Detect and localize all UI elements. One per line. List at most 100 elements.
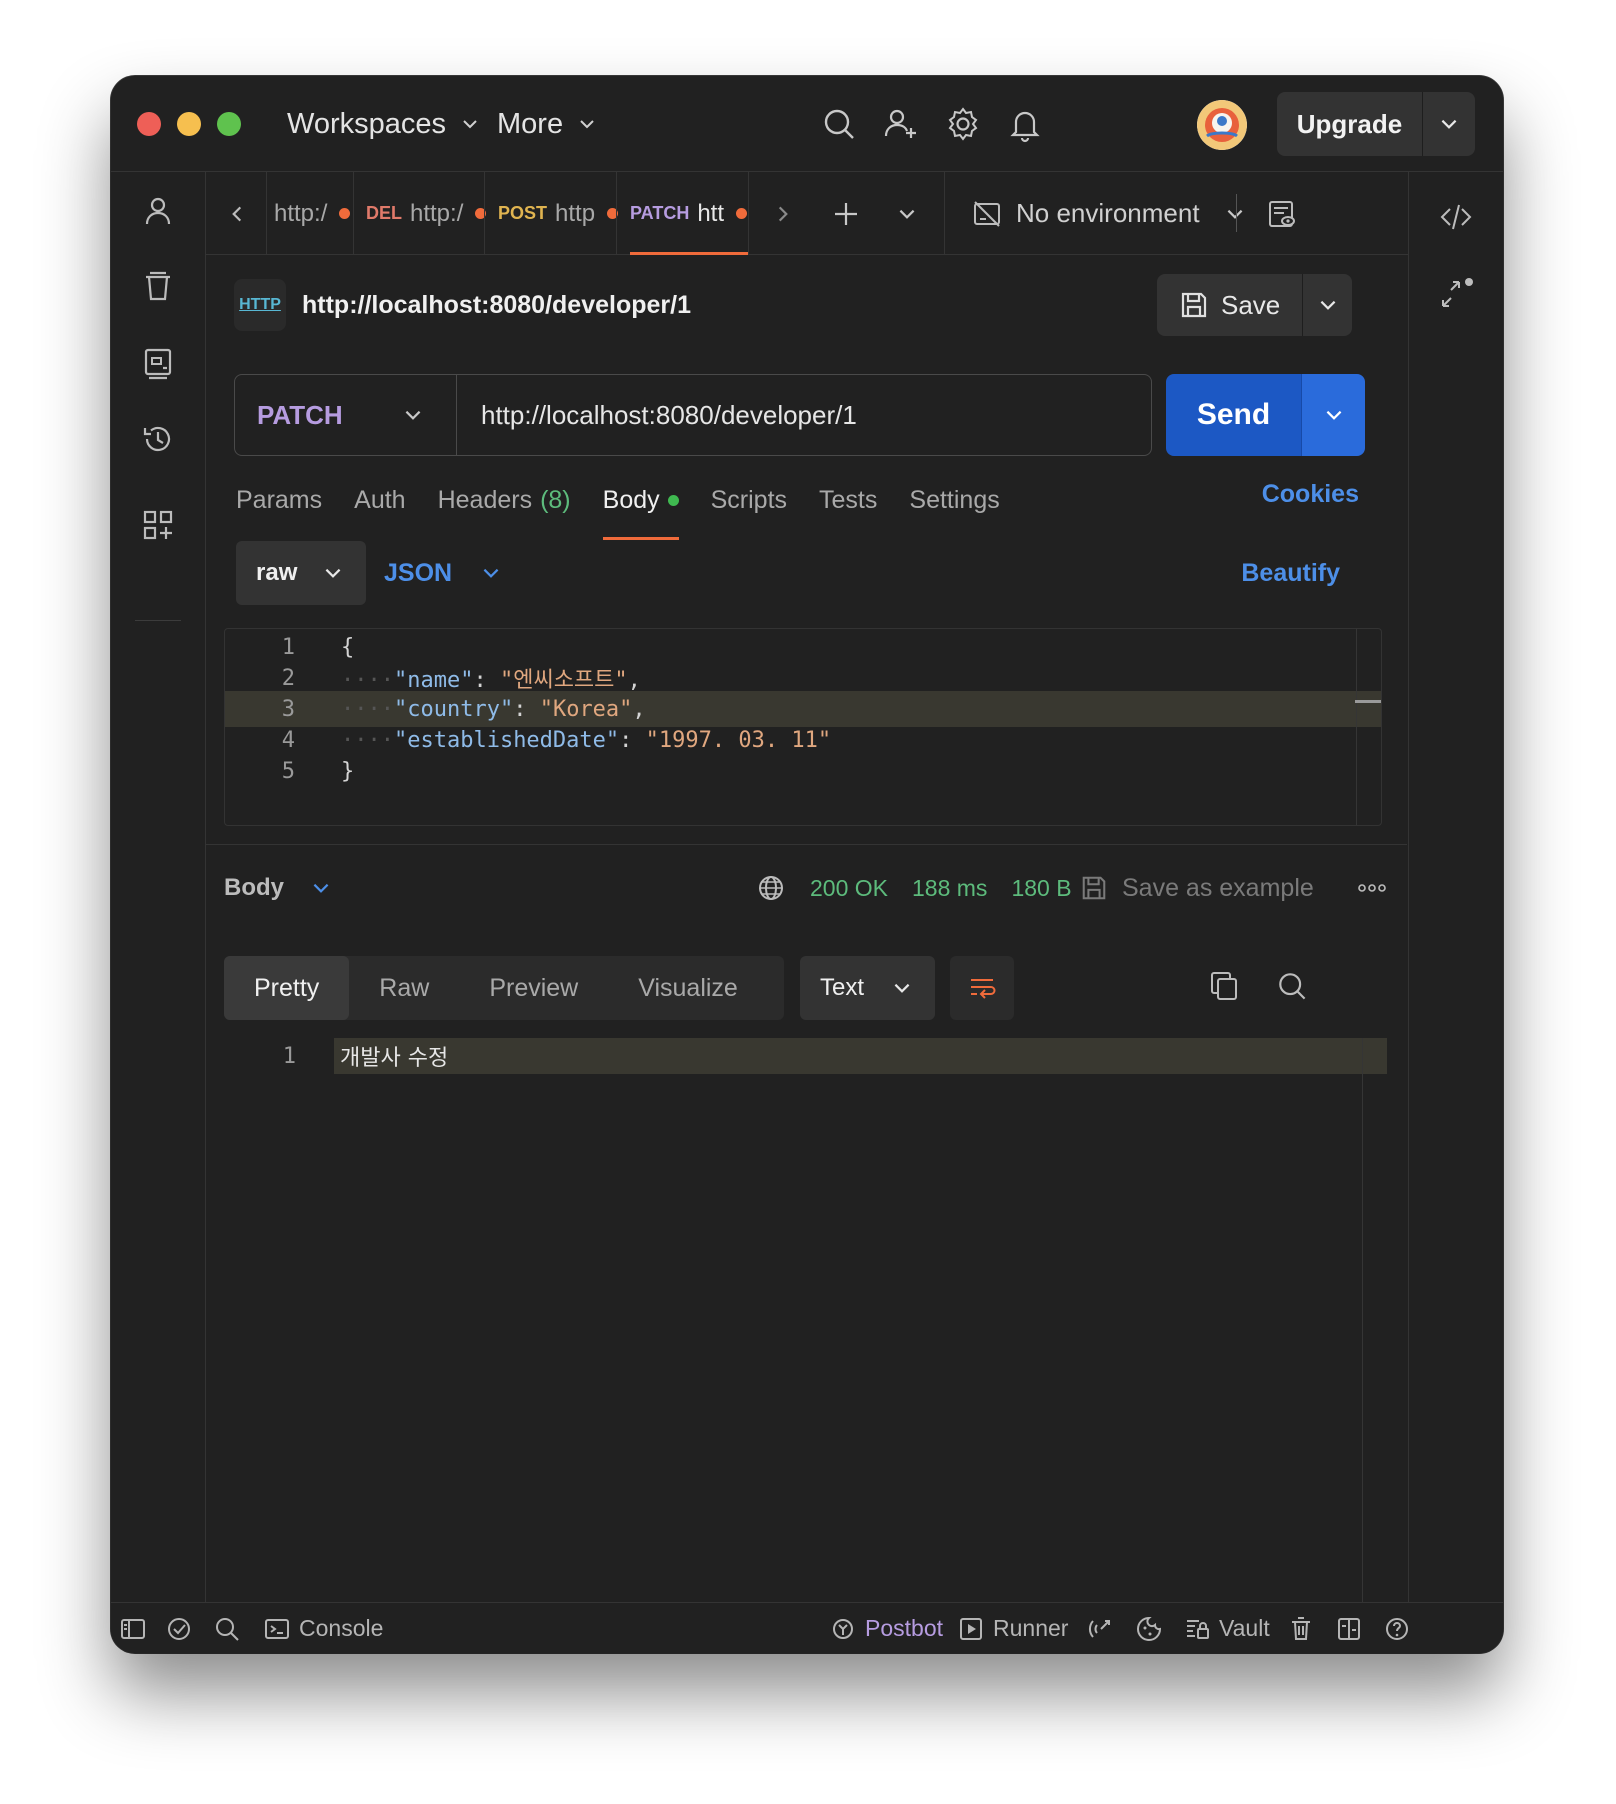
method-select[interactable]: PATCH [235,375,457,455]
request-tab[interactable]: POST http [498,172,619,255]
tab-back-arrow[interactable] [226,172,248,255]
toggle-sidebar-icon[interactable] [119,1603,147,1653]
tab-forward-arrow[interactable] [772,172,794,255]
upgrade-dropdown[interactable] [1423,113,1475,135]
tab-auth[interactable]: Auth [354,480,405,520]
more-menu[interactable]: More [497,106,597,142]
chevron-down-icon [405,410,421,420]
code-icon[interactable] [1439,200,1473,234]
body-format-label: JSON [384,558,453,587]
chevron-down-icon [313,883,329,893]
tab-tests[interactable]: Tests [819,480,877,520]
search-icon[interactable] [1274,968,1314,1008]
request-name[interactable]: http://localhost:8080/developer/1 [302,291,691,320]
close-window-button[interactable] [137,112,161,136]
history-icon[interactable] [141,422,175,456]
request-tab[interactable]: DEL http:/ [366,172,487,255]
response-time[interactable]: 188 ms [912,875,987,902]
response-scrollbar[interactable] [1362,1038,1363,1602]
environment-quick-look-button[interactable] [1266,172,1298,255]
tab-headers[interactable]: Headers (8) [438,480,571,520]
environment-selector[interactable]: No environment [972,172,1246,255]
editor-scrollbar[interactable] [1356,629,1357,825]
capture-requests-icon[interactable] [1087,1603,1115,1653]
two-pane-icon[interactable] [1335,1603,1363,1653]
chevron-down-icon [899,209,915,219]
cookies-link[interactable]: Cookies [1262,480,1359,509]
user-icon[interactable] [141,194,175,228]
send-dropdown[interactable] [1301,374,1365,456]
upgrade-button[interactable]: Upgrade [1277,92,1475,156]
help-icon[interactable] [1383,1603,1411,1653]
tab-list-dropdown[interactable] [896,172,918,255]
response-header: Body 200 OK 188 ms 180 B Save as example [224,868,1387,908]
code-text: ····"establishedDate": "1997. 03. 11" [341,727,832,753]
body-indicator-dot [667,494,679,506]
response-body-line[interactable]: 1 개발사 수정 [224,1038,1387,1074]
save-as-example-button[interactable]: Save as example [1080,874,1314,903]
response-format-select[interactable]: Text [800,956,935,1020]
check-circle-icon[interactable] [165,1603,193,1653]
postbot-button[interactable]: Postbot [829,1603,943,1653]
line-highlight [334,1038,1387,1074]
status-code[interactable]: 200 OK [810,875,888,902]
trash-icon[interactable] [1287,1603,1315,1653]
beautify-button[interactable]: Beautify [1241,559,1340,588]
line-number: 5 [281,758,295,784]
response-content: 개발사 수정 [340,1046,449,1071]
code-text: } [341,758,355,784]
url-input[interactable]: http://localhost:8080/developer/1 [457,400,857,431]
find-icon[interactable] [213,1603,241,1653]
tab-body[interactable]: Body [602,480,679,540]
globe-icon[interactable] [756,873,786,903]
workspaces-menu[interactable]: Workspaces [287,106,480,142]
view-tab-raw[interactable]: Raw [349,956,459,1020]
response-size[interactable]: 180 B [1011,875,1071,902]
tab-params[interactable]: Params [236,480,322,520]
maximize-window-button[interactable] [217,112,241,136]
more-options-icon[interactable] [1357,883,1387,893]
save-button[interactable]: Save [1157,274,1352,336]
tab-scripts[interactable]: Scripts [711,480,787,520]
save-icon [1181,292,1207,318]
gear-icon[interactable] [943,104,983,144]
minimize-window-button[interactable] [177,112,201,136]
new-tab-button[interactable] [832,172,860,255]
runner-button[interactable]: Runner [957,1603,1068,1653]
body-format-select[interactable]: JSON [384,559,502,588]
avatar[interactable] [1197,100,1247,150]
tab-auth-label: Auth [354,485,406,514]
request-tab-active[interactable]: PATCH htt [630,172,748,255]
search-icon[interactable] [819,104,859,144]
view-tab-preview[interactable]: Preview [459,956,608,1020]
method-label: PATCH [257,399,343,430]
save-icon [1082,876,1106,900]
response-body-select[interactable]: Body [224,874,332,902]
cookie-icon[interactable] [1135,1603,1163,1653]
body-mode-select[interactable]: raw [236,541,366,605]
copy-icon[interactable] [1206,968,1246,1008]
tab-headers-label: Headers [437,485,533,514]
tab-settings[interactable]: Settings [909,480,999,520]
code-line: 5 } [225,753,1381,789]
expand-collapse-icon[interactable] [1439,276,1473,310]
console-button[interactable]: Console [263,1603,383,1653]
response-divider[interactable] [206,844,1407,845]
request-body-editor[interactable]: 1 { 2 ····"name": "엔씨소프트", 3 ····"countr… [224,628,1382,826]
response-format-label: Text [820,974,865,1001]
environments-icon[interactable] [141,346,175,380]
sidebar-divider [135,620,181,621]
vault-button[interactable]: Vault [1183,1603,1270,1653]
save-dropdown[interactable] [1303,294,1352,316]
view-tab-pretty[interactable]: Pretty [224,956,350,1020]
send-button[interactable]: Send [1166,374,1301,456]
invite-user-icon[interactable] [881,104,921,144]
view-tab-visualize[interactable]: Visualize [608,956,768,1020]
wrap-lines-button[interactable] [950,956,1014,1020]
request-tab[interactable]: http:/ [274,172,351,255]
add-widget-icon[interactable] [141,508,175,542]
bell-icon[interactable] [1005,104,1045,144]
line-number: 4 [281,727,295,753]
collections-trash-icon[interactable] [141,270,175,304]
chevron-down-icon [463,120,477,129]
